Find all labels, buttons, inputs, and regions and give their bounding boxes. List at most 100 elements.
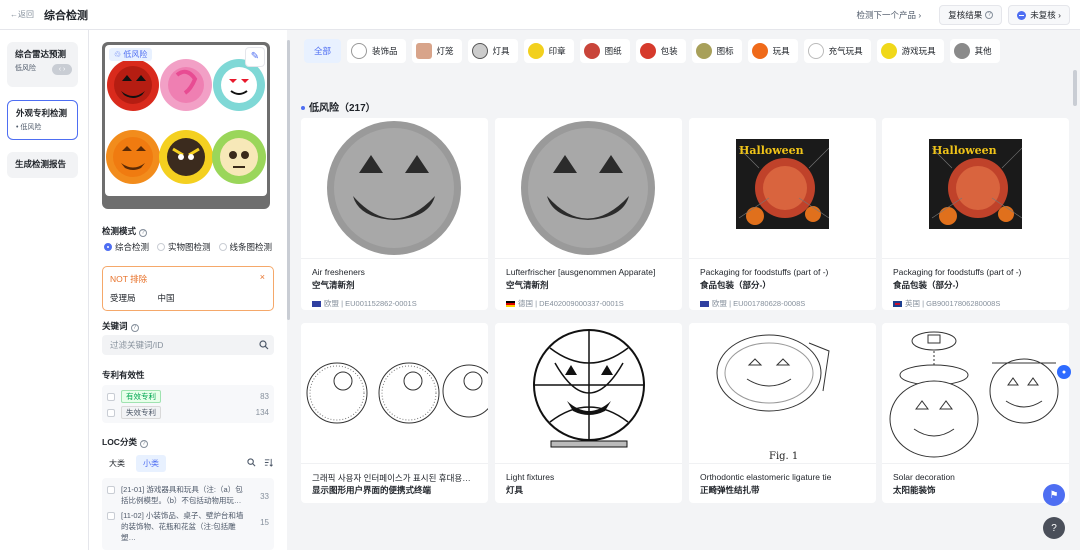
magic-wand-icon[interactable]: ✎ <box>245 47 265 67</box>
loc-item-text: [21-01] 游戏器具和玩具（注:（a）包括比例模型。（b）不包括动物用玩… <box>121 485 243 505</box>
checkbox[interactable] <box>107 512 115 520</box>
card-title-zh: 食品包装（部分-） <box>700 280 771 290</box>
card-title-zh: 食品包装（部分-） <box>893 280 964 290</box>
stamp-icon <box>527 43 544 59</box>
help-icon[interactable]: ? <box>1043 517 1065 539</box>
filter-lamp[interactable]: 灯具 <box>467 39 518 63</box>
card-title-zh: 太阳能装饰 <box>893 485 936 495</box>
next-product-link[interactable]: 检测下一个产品 › <box>857 9 922 21</box>
card-image: Fig. 1 <box>689 323 876 463</box>
radio-dot <box>157 243 166 251</box>
filter-packaging-label: 包装 <box>660 46 678 56</box>
question-icon: ? <box>985 11 994 19</box>
mode-radio-line[interactable]: 线条图检测 <box>218 241 272 253</box>
review-result-button[interactable]: 复核结果? <box>939 5 1003 25</box>
mode-radio-combined[interactable]: 综合检测 <box>104 241 149 253</box>
search-icon[interactable] <box>247 458 256 467</box>
result-card[interactable]: 그래픽 사용자 인터페이스가 표시된 휴대용… 显示图形用户界面的便携式终端 <box>301 323 488 503</box>
lantern-icon <box>415 43 432 59</box>
card-image <box>301 118 488 258</box>
card-title-en: Packaging for foodstuffs (part of -) <box>893 267 1022 277</box>
mode-radio-photo[interactable]: 实物图检测 <box>157 241 211 253</box>
halloween-package-image: Halloween <box>736 139 830 229</box>
filter-other-label: 其他 <box>974 46 992 56</box>
result-card[interactable]: Fig. 1 Orthodontic elastomeric ligature … <box>689 323 876 503</box>
preview-image <box>105 45 267 196</box>
minus-circle-icon <box>1017 10 1027 20</box>
card-title-zh: 显示图形用户界面的便携式终端 <box>312 485 432 495</box>
divider <box>301 463 488 464</box>
nav-collapse-toggle[interactable]: ‹ › <box>52 64 72 75</box>
close-icon[interactable]: × <box>260 272 265 282</box>
card-country: 德国 <box>518 299 533 308</box>
chevron-right-icon: › <box>918 10 922 20</box>
risk-badge-label: 低风险 <box>123 50 148 59</box>
filter-other[interactable]: 其他 <box>949 39 1000 63</box>
flag-icon[interactable]: ⚑ <box>1043 484 1065 506</box>
ligature-tie-drawing: Fig. 1 <box>716 334 830 462</box>
card-title-zh: 空气清新剂 <box>506 280 549 290</box>
filter-toy[interactable]: 玩具 <box>747 39 798 63</box>
results-scrollbar[interactable] <box>1073 70 1077 106</box>
nav-radar-prediction[interactable]: 综合雷达预测 低风险 ‹ › <box>7 42 78 87</box>
filter-packaging[interactable]: 包装 <box>635 39 686 63</box>
filter-stamp[interactable]: 印章 <box>523 39 574 63</box>
tab-major-class[interactable]: 大类 <box>102 455 132 472</box>
card-image <box>301 323 488 463</box>
card-meta: 欧盟 | EU001152862-0001S <box>312 298 417 309</box>
checkbox[interactable] <box>107 392 115 401</box>
result-card[interactable]: Halloween Packaging for foodstuffs (part… <box>882 118 1069 310</box>
result-card[interactable]: Lufterfrischer [ausgenommen Apparate] 空气… <box>495 118 682 310</box>
filter-ornament[interactable]: 装饰品 <box>347 39 406 63</box>
sort-icon[interactable] <box>264 458 273 467</box>
exclude-key: 受理局 <box>110 293 136 303</box>
result-card[interactable]: Solar decoration 太阳能装饰 <box>882 323 1069 503</box>
nav-design-title: 外观专利检测 <box>16 108 68 118</box>
radio-dot <box>218 243 227 251</box>
exclude-filter-box: NOT 排除 × 受理局 中国 <box>102 266 274 311</box>
valid-tag: 有效专利 <box>121 390 161 403</box>
de-flag-icon <box>506 300 515 307</box>
filter-game-toy[interactable]: 游戏玩具 <box>876 39 944 63</box>
nav-radar-title: 综合雷达预测 <box>15 49 67 59</box>
invalid-tag: 失效专利 <box>121 406 161 419</box>
search-icon[interactable] <box>259 340 269 350</box>
checkbox[interactable] <box>107 486 115 494</box>
review-status-button[interactable]: 未复核 › <box>1008 5 1070 25</box>
validity-section-title: 专利有效性 <box>102 370 145 380</box>
list-item[interactable]: [11-02] 小装饰品、桌子、壁炉台和墙的装饰物、花瓶和花盆（注:包括雕塑… 1… <box>107 510 269 543</box>
ornament-icon <box>351 43 368 59</box>
section-heading: 低风险（217） <box>301 99 376 114</box>
exclude-row: 受理局 中国 <box>110 292 175 304</box>
result-card[interactable]: Halloween Packaging for foodstuffs (part… <box>689 118 876 310</box>
question-icon[interactable]: ? <box>139 440 148 448</box>
card-country: 欧盟 <box>712 299 727 308</box>
card-title-en: Orthodontic elastomeric ligature tie <box>700 472 832 482</box>
card-title-en: Packaging for foodstuffs (part of -) <box>700 267 829 277</box>
question-icon[interactable]: ? <box>139 229 148 237</box>
float-assistant-icon[interactable]: ● <box>1057 365 1071 379</box>
card-title-en: 그래픽 사용자 인터페이스가 표시된 휴대용… <box>312 473 471 483</box>
divider <box>301 258 488 259</box>
back-link[interactable]: ←返回 <box>10 9 34 20</box>
product-preview[interactable]: ♲ 低风险 ✎ <box>102 42 270 209</box>
filter-lantern[interactable]: 灯笼 <box>411 39 462 63</box>
filter-logo[interactable]: 图标 <box>691 39 742 63</box>
filter-drawing[interactable]: 图纸 <box>579 39 630 63</box>
question-icon[interactable]: ? <box>130 324 139 332</box>
result-card[interactable]: Air fresheners 空气清新剂 欧盟 | EU001152862-00… <box>301 118 488 310</box>
result-card[interactable]: Light fixtures 灯具 <box>495 323 682 503</box>
filter-inflatable[interactable]: 充气玩具 <box>803 39 871 63</box>
filter-all[interactable]: 全部 <box>304 39 342 63</box>
validity-valid-row[interactable]: 有效专利 83 <box>107 390 269 403</box>
nav-generate-report[interactable]: 生成检测报告 <box>7 152 78 178</box>
nav-design-patent[interactable]: 外观专利检测 • 低风险 <box>7 100 78 140</box>
halloween-text: Halloween <box>739 144 804 157</box>
keyword-section-title: 关键词? <box>102 320 139 332</box>
checkbox[interactable] <box>107 408 115 417</box>
validity-invalid-row[interactable]: 失效专利 134 <box>107 406 269 419</box>
list-item[interactable]: [21-01] 游戏器具和玩具（注:（a）包括比例模型。（b）不包括动物用玩… 3… <box>107 484 269 506</box>
keyword-search-input[interactable]: 过滤关键词/ID <box>102 335 274 355</box>
exclude-value[interactable]: 中国 <box>158 292 175 304</box>
tab-minor-class[interactable]: 小类 <box>136 455 166 472</box>
